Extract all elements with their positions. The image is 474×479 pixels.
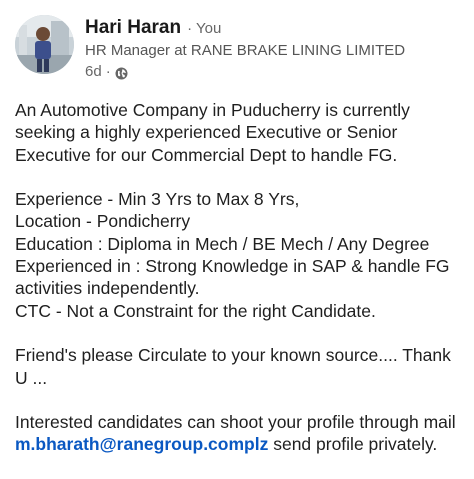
email-link[interactable]: m.bharath@ranegroup.complz (15, 434, 268, 454)
body-line: An Automotive Company in Puducherry is c… (15, 100, 410, 120)
body-line: Education : Diploma in Mech / BE Mech / … (15, 233, 430, 254)
post-time: 6d (85, 63, 102, 80)
email-suffix: send profile privately. (268, 434, 438, 455)
post-body: An Automotive Company in Puducherry is c… (15, 99, 467, 456)
separator-dot: · (105, 63, 111, 80)
body-line: Interested candidates can shoot your pro… (15, 412, 456, 433)
body-line: Experienced in : Strong Knowledge in SAP… (15, 256, 450, 277)
name-row: Hari Haran · You (85, 17, 405, 40)
body-line: Friend's please Circulate to your known … (15, 345, 451, 366)
avatar[interactable] (15, 15, 74, 74)
author-meta: Hari Haran · You HR Manager at RANE BRAK… (85, 17, 405, 82)
post-header: Hari Haran · You HR Manager at RANE BRAK… (15, 15, 405, 82)
body-line: seeking a highly experienced Executive o… (15, 122, 398, 143)
author-relation: · You (187, 20, 222, 37)
body-line: Location - Pondicherry (15, 211, 191, 232)
email-line: m.bharath@ranegroup.complz send profile … (15, 433, 467, 455)
globe-icon (115, 66, 128, 79)
post-time-row: 6d · (85, 62, 405, 82)
body-line: U ... (15, 367, 48, 388)
author-name[interactable]: Hari Haran (85, 17, 181, 39)
avatar-photo (15, 15, 74, 74)
author-headline: HR Manager at RANE BRAKE LINING LIMITED (85, 42, 406, 59)
body-line: Executive for our Commercial Dept to han… (15, 144, 398, 165)
body-line: activities independently. (15, 278, 200, 299)
author-relation-text: You (196, 20, 222, 37)
body-line: Experience - Min 3 Yrs to Max 8 Yrs, (15, 189, 300, 210)
body-line: CTC - Not a Constraint for the right Can… (15, 300, 376, 321)
